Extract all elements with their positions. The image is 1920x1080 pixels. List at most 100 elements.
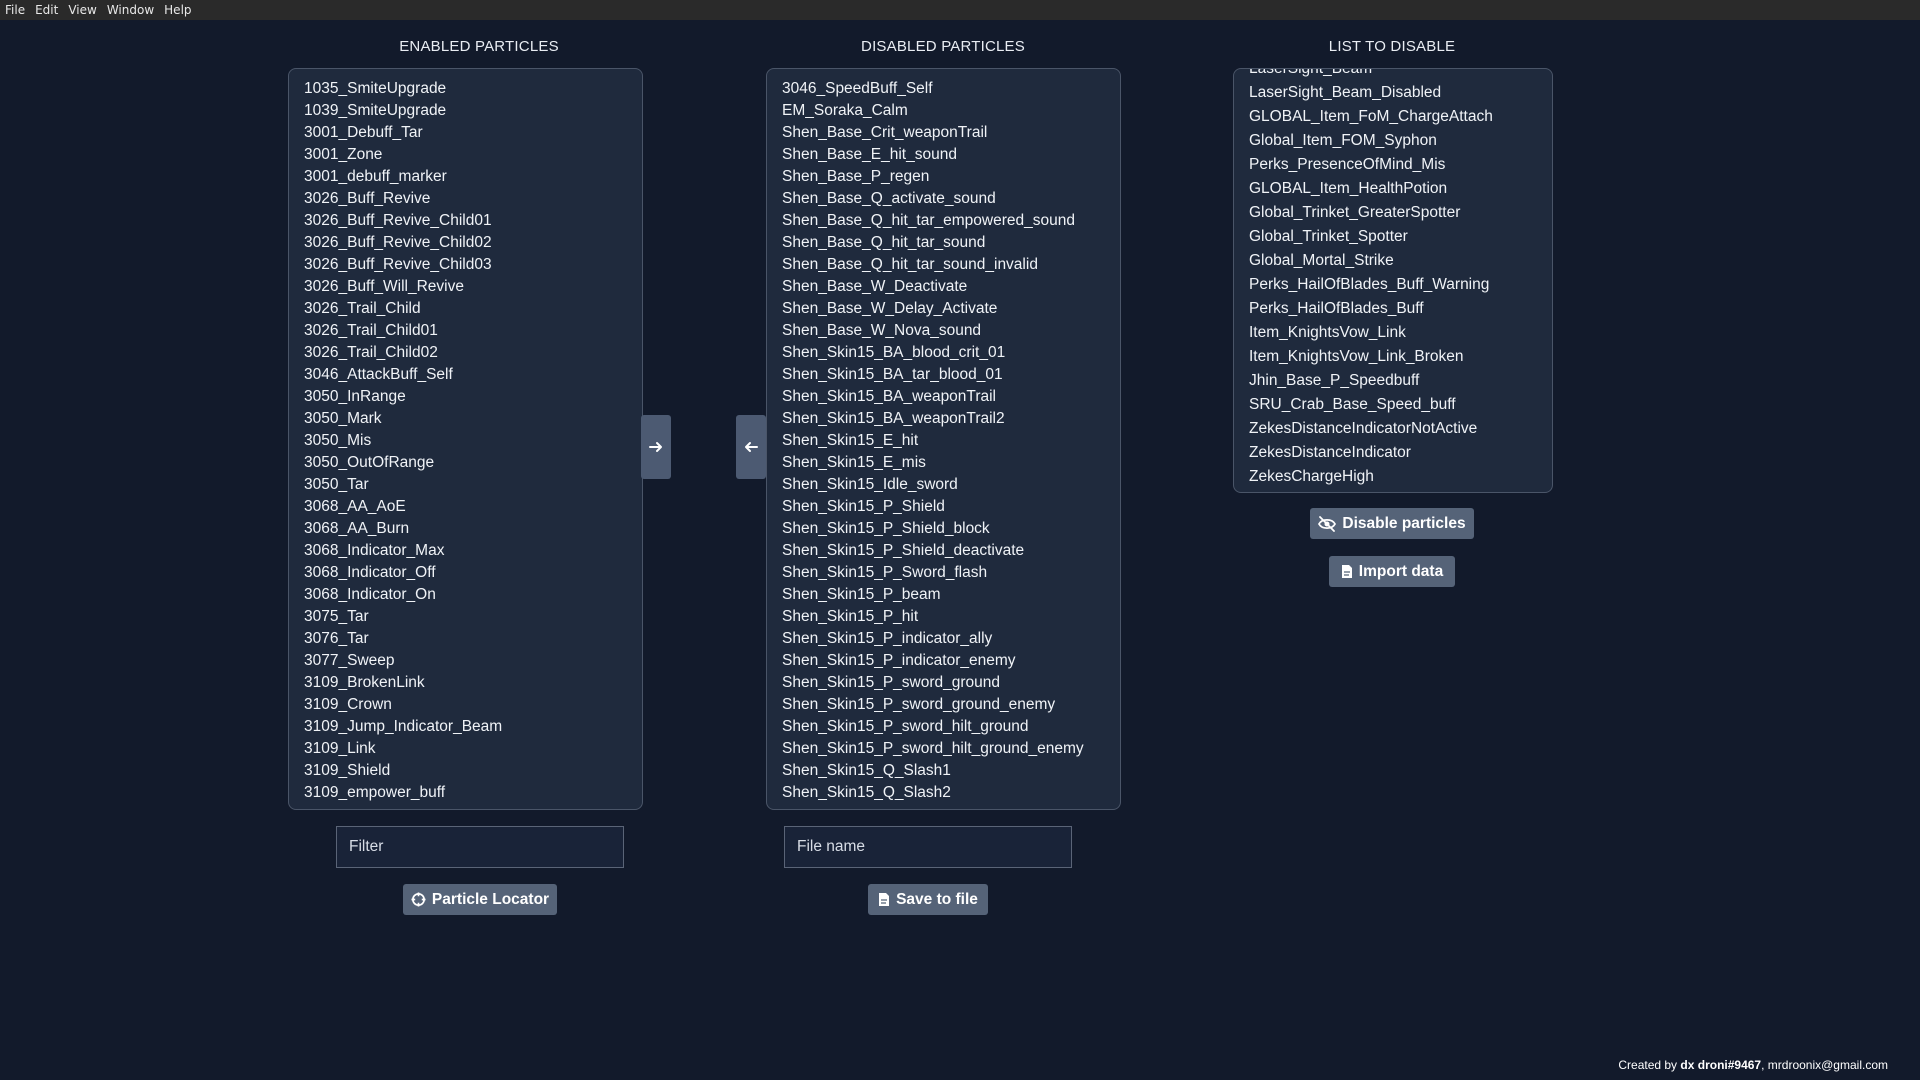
disable-particles-button[interactable]: Disable particles — [1310, 508, 1474, 539]
list-item[interactable]: Shen_Base_Q_hit_tar_sound_invalid — [782, 254, 1110, 276]
list-item[interactable]: Shen_Base_W_Nova_sound — [782, 320, 1110, 342]
list-item[interactable]: Perks_HailOfBlades_Buff_Warning — [1249, 273, 1542, 297]
list-item[interactable]: Shen_Skin15_E_hit — [782, 430, 1110, 452]
list-item[interactable]: 3109_Link — [304, 738, 632, 760]
list-item[interactable]: 3075_Tar — [304, 606, 632, 628]
menu-window[interactable]: Window — [102, 0, 159, 20]
list-item[interactable]: Shen_Skin15_P_beam — [782, 584, 1110, 606]
filter-input[interactable] — [336, 826, 624, 868]
list-item[interactable]: ZekesChargeHigh — [1249, 465, 1542, 489]
list-item[interactable]: 3068_Indicator_Max — [304, 540, 632, 562]
list-item[interactable]: Shen_Base_Q_hit_tar_sound — [782, 232, 1110, 254]
list-item[interactable]: 3068_Indicator_Off — [304, 562, 632, 584]
list-item[interactable]: 3046_SpeedBuff_Self — [782, 78, 1110, 100]
list-item[interactable]: ZekesDistanceIndicatorNotActive — [1249, 417, 1542, 441]
list-item[interactable]: EM_Soraka_Calm — [782, 100, 1110, 122]
list-item[interactable]: 3026_Buff_Revive — [304, 188, 632, 210]
list-item[interactable]: Shen_Skin15_P_sword_hilt_ground_enemy — [782, 738, 1110, 760]
move-to-enabled-button[interactable] — [736, 415, 766, 479]
list-item[interactable]: 3068_AA_AoE — [304, 496, 632, 518]
list-item[interactable]: 3109_Jump_Indicator_Beam — [304, 716, 632, 738]
list-item[interactable]: Shen_Base_E_hit_sound — [782, 144, 1110, 166]
list-item[interactable]: Shen_Skin15_Idle_sword — [782, 474, 1110, 496]
menu-help[interactable]: Help — [159, 0, 196, 20]
list-item[interactable]: 3026_Buff_Will_Revive — [304, 276, 632, 298]
list-item[interactable]: 3001_Zone — [304, 144, 632, 166]
list-item[interactable]: 3050_Tar — [304, 474, 632, 496]
list-item[interactable]: 3026_Trail_Child02 — [304, 342, 632, 364]
list-item[interactable]: Perks_HailOfBlades_Buff — [1249, 297, 1542, 321]
list-item[interactable]: 3068_Indicator_On — [304, 584, 632, 606]
list-item[interactable]: 3050_OutOfRange — [304, 452, 632, 474]
list-item[interactable]: 3050_Mis — [304, 430, 632, 452]
list-item[interactable]: Shen_Skin15_P_Shield_deactivate — [782, 540, 1110, 562]
enabled-particles-list[interactable]: 1035_SmiteUpgrade 1039_SmiteUpgrade 3001_D… — [288, 68, 643, 810]
list-item[interactable]: Global_Item_FOM_Syphon — [1249, 129, 1542, 153]
list-item[interactable]: 3026_Buff_Revive_Child01 — [304, 210, 632, 232]
list-item[interactable]: Shen_Base_P_regen — [782, 166, 1110, 188]
list-to-disable[interactable]: LaserSight_Beam LaserSight_Beam_Disabled G… — [1233, 68, 1553, 493]
move-to-disabled-button[interactable] — [641, 415, 671, 479]
list-item[interactable]: Jhin_Base_P_Speedbuff — [1249, 369, 1542, 393]
list-item[interactable]: Item_KnightsVow_Link_Broken — [1249, 345, 1542, 369]
list-item[interactable]: 3026_Trail_Child — [304, 298, 632, 320]
list-item[interactable]: Shen_Skin15_BA_weaponTrail2 — [782, 408, 1110, 430]
list-item[interactable]: Shen_Skin15_E_mis — [782, 452, 1110, 474]
list-item[interactable]: Shen_Skin15_BA_tar_blood_01 — [782, 364, 1110, 386]
list-item[interactable]: 3001_Debuff_Tar — [304, 122, 632, 144]
list-item[interactable]: Shen_Base_Q_hit_tar_empowered_sound — [782, 210, 1110, 232]
list-item[interactable]: 3077_Sweep — [304, 650, 632, 672]
menu-file[interactable]: File — [0, 0, 30, 20]
list-item[interactable]: 3109_Shield — [304, 760, 632, 782]
list-item[interactable]: GLOBAL_Item_FoM_ChargeAttach — [1249, 105, 1542, 129]
list-item[interactable]: GLOBAL_Item_HealthPotion — [1249, 177, 1542, 201]
list-item[interactable]: 3109_BrokenLink — [304, 672, 632, 694]
list-item[interactable]: Global_Trinket_GreaterSpotter — [1249, 201, 1542, 225]
list-item[interactable]: 3001_debuff_marker — [304, 166, 632, 188]
list-item[interactable]: 3046_AttackBuff_Self — [304, 364, 632, 386]
list-item[interactable]: Shen_Base_W_Deactivate — [782, 276, 1110, 298]
list-item[interactable]: Shen_Skin15_P_sword_ground — [782, 672, 1110, 694]
list-item[interactable]: Shen_Skin15_BA_blood_crit_01 — [782, 342, 1110, 364]
list-item[interactable]: 3026_Trail_Child01 — [304, 320, 632, 342]
list-item[interactable]: 3050_InRange — [304, 386, 632, 408]
list-item[interactable]: Shen_Base_Q_activate_sound — [782, 188, 1110, 210]
disabled-particles-list[interactable]: 3046_SpeedBuff_Self EM_Soraka_Calm Shen_Ba… — [766, 68, 1121, 810]
list-item[interactable]: 1039_SmiteUpgrade — [304, 100, 632, 122]
list-item[interactable]: Perks_PresenceOfMind_Mis — [1249, 153, 1542, 177]
list-item[interactable]: 3026_Buff_Revive_Child02 — [304, 232, 632, 254]
list-item[interactable]: 3050_Mark — [304, 408, 632, 430]
menu-view[interactable]: View — [63, 0, 101, 20]
list-item[interactable]: Shen_Skin15_P_sword_ground_enemy — [782, 694, 1110, 716]
list-item[interactable]: ZekesDistanceIndicator — [1249, 441, 1542, 465]
list-item[interactable]: Shen_Skin15_P_hit — [782, 606, 1110, 628]
save-to-file-button[interactable]: Save to file — [868, 884, 988, 915]
list-item[interactable]: Shen_Skin15_P_indicator_enemy — [782, 650, 1110, 672]
list-item[interactable]: SRU_Crab_Base_Speed_buff — [1249, 393, 1542, 417]
list-item[interactable]: Item_KnightsVow_Link — [1249, 321, 1542, 345]
list-item[interactable]: Shen_Skin15_P_Shield_block — [782, 518, 1110, 540]
list-item[interactable]: Global_Trinket_Spotter — [1249, 225, 1542, 249]
list-item[interactable]: 3076_Tar — [304, 628, 632, 650]
particle-locator-button[interactable]: Particle Locator — [403, 884, 557, 915]
list-item[interactable]: Shen_Skin15_P_Sword_flash — [782, 562, 1110, 584]
list-item[interactable]: LaserSight_Beam — [1249, 69, 1542, 81]
list-item[interactable]: Shen_Skin15_P_indicator_ally — [782, 628, 1110, 650]
menu-edit[interactable]: Edit — [30, 0, 63, 20]
list-item[interactable]: 3109_Crown — [304, 694, 632, 716]
list-item[interactable]: 3068_AA_Burn — [304, 518, 632, 540]
list-item[interactable]: Shen_Skin15_BA_weaponTrail — [782, 386, 1110, 408]
list-item[interactable]: Shen_Base_W_Delay_Activate — [782, 298, 1110, 320]
list-item[interactable]: LaserSight_Beam_Disabled — [1249, 81, 1542, 105]
import-data-button[interactable]: Import data — [1329, 556, 1455, 587]
list-item[interactable]: Global_Mortal_Strike — [1249, 249, 1542, 273]
list-item[interactable]: 1035_SmiteUpgrade — [304, 78, 632, 100]
list-item[interactable]: Shen_Skin15_P_sword_hilt_ground — [782, 716, 1110, 738]
list-item[interactable]: 3109_empower_buff — [304, 782, 632, 804]
list-item[interactable]: 3026_Buff_Revive_Child03 — [304, 254, 632, 276]
list-item[interactable]: Shen_Skin15_Q_Slash1 — [782, 760, 1110, 782]
list-item[interactable]: Shen_Base_Crit_weaponTrail — [782, 122, 1110, 144]
file-name-input[interactable] — [784, 826, 1072, 868]
list-item[interactable]: Shen_Skin15_Q_Slash2 — [782, 782, 1110, 804]
list-item[interactable]: Shen_Skin15_P_Shield — [782, 496, 1110, 518]
